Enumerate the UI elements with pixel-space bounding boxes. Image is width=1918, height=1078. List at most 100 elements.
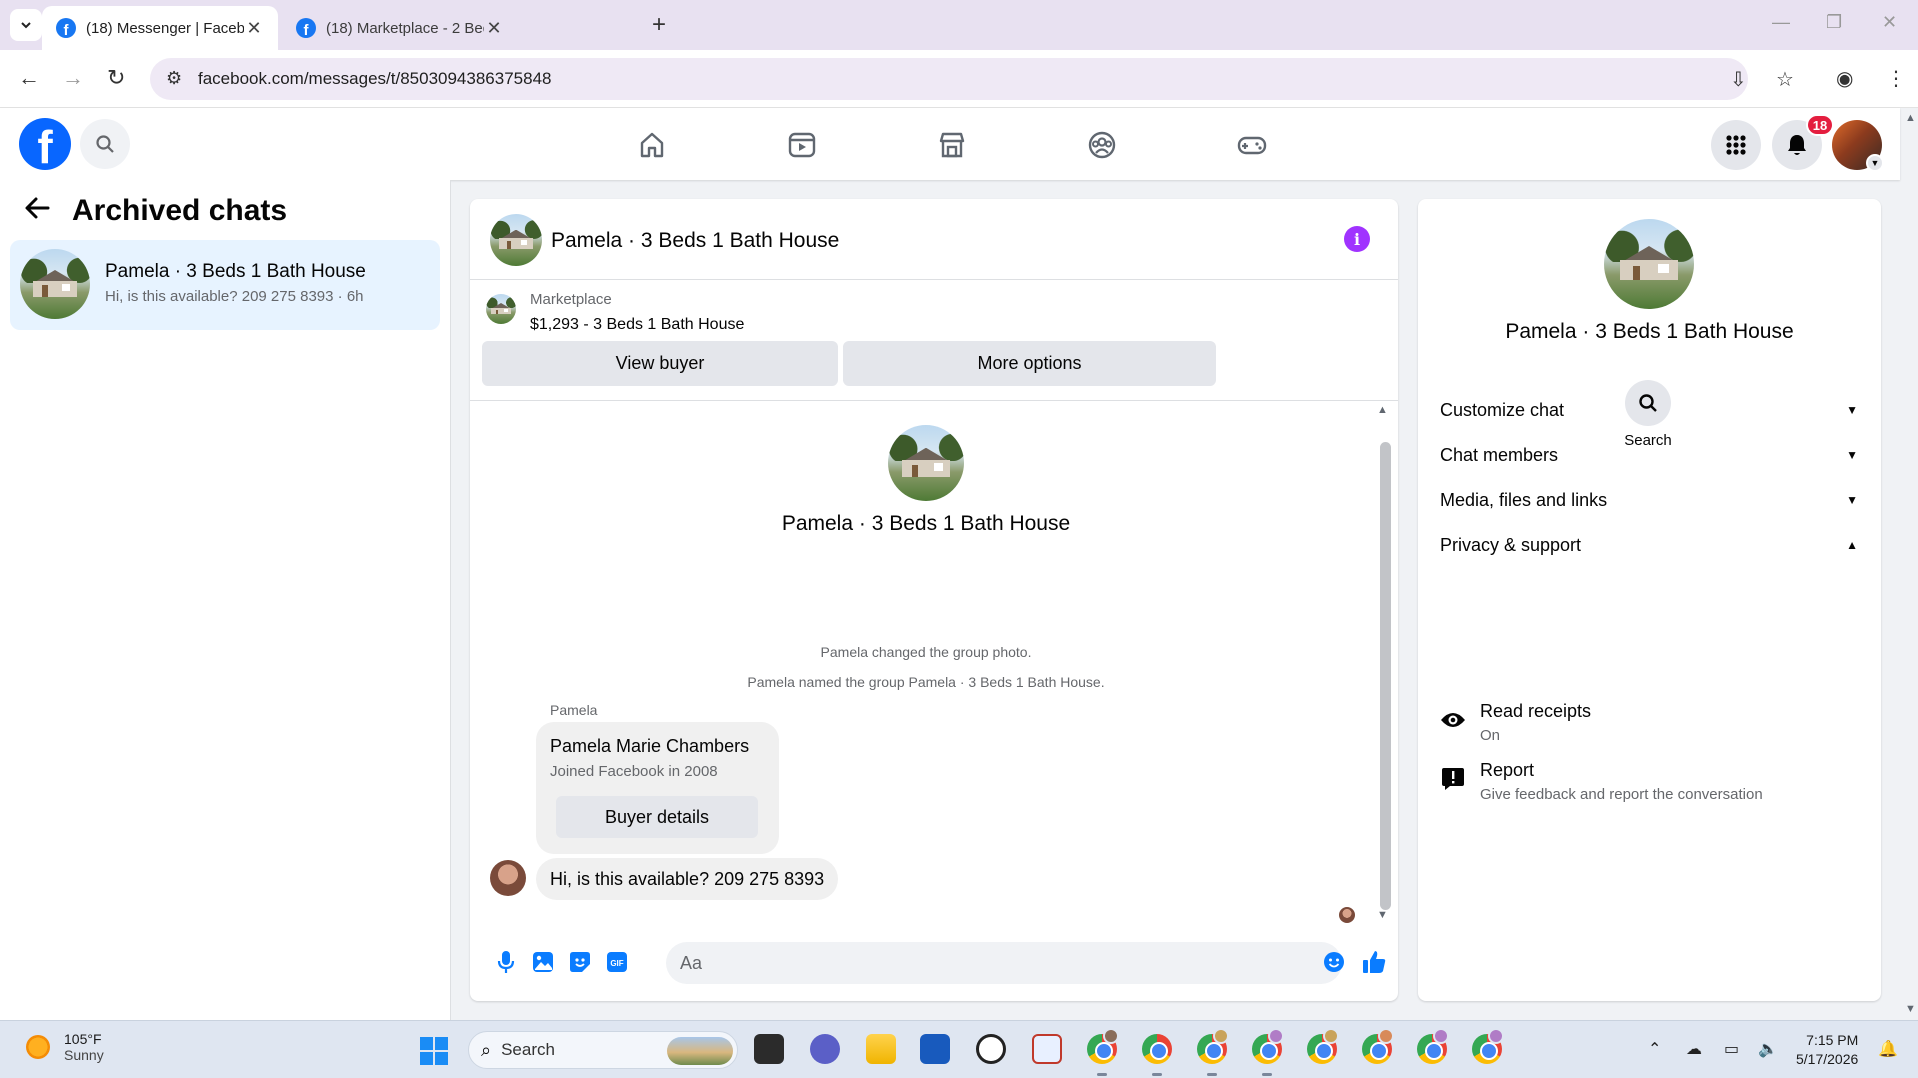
conversation-thumbnail[interactable] — [490, 214, 542, 266]
marketplace-icon — [939, 132, 965, 158]
profile-icon[interactable]: ◉ — [1836, 66, 1853, 91]
thread-scrollbar[interactable] — [1380, 442, 1391, 910]
install-app-icon[interactable]: ⇩ — [1730, 67, 1747, 92]
microphone-icon[interactable] — [492, 948, 520, 976]
sender-avatar[interactable] — [490, 860, 526, 896]
message-bubble[interactable]: Hi, is this available? 209 275 8393 — [536, 858, 839, 900]
account-caret-icon[interactable]: ▼ — [1866, 154, 1884, 172]
chrome-profile-icon[interactable] — [1472, 1028, 1504, 1064]
facebook-search-button[interactable] — [80, 119, 130, 169]
scroll-down-arrow-icon[interactable]: ▼ — [1377, 909, 1388, 921]
marketplace-nav[interactable] — [935, 128, 969, 162]
chrome-profile-icon[interactable] — [1197, 1028, 1229, 1064]
groups-nav[interactable] — [1085, 128, 1119, 162]
section-label: Customize chat — [1440, 399, 1565, 420]
section-customize-chat[interactable]: Customize chat ▼ — [1426, 388, 1870, 432]
chrome-profile-icon[interactable] — [1362, 1028, 1394, 1064]
info-icon[interactable]: i — [1344, 226, 1370, 252]
chevron-down-icon: ▼ — [1846, 448, 1858, 462]
chrome-profile-icon[interactable] — [1417, 1028, 1449, 1064]
tab-close-icon[interactable]: ✕ — [484, 18, 504, 39]
photo-icon[interactable] — [529, 948, 557, 976]
chrome-profile-icon[interactable] — [1307, 1028, 1339, 1064]
section-media-files-links[interactable]: Media, files and links ▼ — [1426, 478, 1870, 522]
tab-search-button[interactable] — [10, 9, 42, 41]
minimize-icon[interactable]: — — [1772, 12, 1790, 33]
chrome-icon[interactable] — [1142, 1034, 1172, 1064]
tab-close-icon[interactable]: ✕ — [244, 18, 264, 39]
snipping-tool-icon[interactable] — [1032, 1034, 1062, 1064]
section-chat-members[interactable]: Chat members ▼ — [1426, 433, 1870, 477]
kebab-menu-icon[interactable]: ⋮ — [1886, 66, 1906, 91]
new-tab-button[interactable]: + — [652, 12, 666, 38]
show-hidden-icons-icon[interactable]: ⌃ — [1648, 1039, 1661, 1059]
task-view-icon[interactable] — [754, 1034, 784, 1064]
word-icon[interactable] — [920, 1034, 950, 1064]
volume-icon[interactable]: 🔈 — [1758, 1039, 1778, 1059]
listing-price-title[interactable]: $1,293 - 3 Beds 1 Bath House — [530, 316, 744, 334]
reload-icon[interactable]: ↻ — [107, 64, 125, 92]
bookmark-star-icon[interactable]: ☆ — [1776, 67, 1794, 92]
chevron-down-icon — [21, 22, 31, 29]
address-bar-row: ← → ↻ ⚙ facebook.com/messages/t/85030943… — [0, 50, 1918, 108]
cloud-sync-icon[interactable]: ☁ — [1686, 1039, 1702, 1059]
weather-widget[interactable]: 105°F Sunny — [26, 1031, 104, 1063]
close-window-icon[interactable]: ✕ — [1882, 12, 1897, 33]
seen-by-avatar — [1339, 907, 1355, 923]
buyer-profile-card: Pamela Marie Chambers Joined Facebook in… — [536, 722, 779, 854]
file-explorer-icon[interactable] — [866, 1034, 896, 1064]
restore-icon[interactable]: ❐ — [1826, 12, 1842, 33]
grid-menu-icon — [1726, 135, 1746, 155]
tab-messenger[interactable]: f (18) Messenger | Facebook ✕ — [42, 6, 278, 50]
gaming-nav[interactable] — [1235, 128, 1269, 162]
conversation-header: Pamela · 3 Beds 1 Bath House i — [470, 199, 1398, 280]
emoji-icon[interactable] — [1320, 948, 1348, 976]
menu-button[interactable] — [1711, 120, 1761, 170]
chat-info-name: Pamela · 3 Beds 1 Bath House — [1505, 320, 1794, 343]
chrome-profile-icon[interactable] — [1252, 1028, 1284, 1064]
chevron-up-icon: ▲ — [1846, 538, 1858, 552]
home-icon — [640, 132, 664, 158]
more-options-button[interactable]: More options — [843, 341, 1216, 386]
site-settings-icon[interactable]: ⚙ — [166, 68, 182, 89]
scroll-up-arrow-icon[interactable]: ▲ — [1377, 404, 1388, 416]
back-icon[interactable]: ← — [18, 64, 40, 92]
search-icon: ⌕ — [481, 1039, 492, 1060]
facebook-logo[interactable]: f — [19, 118, 71, 170]
video-nav[interactable] — [785, 128, 819, 162]
clock-date: 5/17/2026 — [1796, 1051, 1859, 1067]
page-scroll-up-icon[interactable]: ▲ — [1905, 112, 1916, 124]
system-clock[interactable]: 7:15 PM 5/17/2026 — [1796, 1031, 1858, 1069]
video-icon — [788, 132, 816, 158]
message-input[interactable] — [666, 942, 1342, 984]
notification-bell-icon[interactable]: 🔔 — [1878, 1039, 1898, 1059]
url-text[interactable]: facebook.com/messages/t/8503094386375848 — [198, 69, 551, 89]
windows-start-icon[interactable] — [420, 1037, 448, 1065]
chat-list-item[interactable]: Pamela · 3 Beds 1 Bath House Hi, is this… — [10, 240, 440, 330]
view-buyer-button[interactable]: View buyer — [482, 341, 838, 386]
back-arrow-icon[interactable] — [24, 196, 50, 226]
section-privacy-support[interactable]: Privacy & support ▲ — [1426, 523, 1870, 567]
teams-icon[interactable] — [810, 1034, 840, 1064]
browser-tab-bar: f (18) Messenger | Facebook ✕ f (18) Mar… — [0, 0, 1918, 50]
gif-icon[interactable]: GIF — [603, 948, 631, 976]
gaming-icon — [1237, 136, 1267, 155]
message-composer: GIF — [470, 939, 1398, 989]
report-title: Report — [1480, 760, 1535, 780]
chatgpt-icon[interactable] — [976, 1034, 1006, 1064]
sticker-icon[interactable] — [566, 948, 594, 976]
page-scroll-down-icon[interactable]: ▼ — [1905, 1003, 1916, 1015]
weather-temp: 105°F — [64, 1031, 102, 1047]
network-icon[interactable]: ▭ — [1724, 1039, 1739, 1059]
facebook-header: f 18 ▼ — [0, 108, 1900, 180]
conversation-title[interactable]: Pamela · 3 Beds 1 Bath House — [551, 229, 839, 253]
buyer-details-button[interactable]: Buyer details — [556, 796, 758, 838]
omnibox[interactable]: ⚙ facebook.com/messages/t/85030943863758… — [150, 58, 1794, 100]
forward-icon[interactable]: → — [62, 64, 84, 92]
search-icon — [96, 135, 114, 153]
chrome-profile-icon[interactable] — [1087, 1028, 1119, 1064]
thumbs-up-icon[interactable] — [1360, 948, 1388, 976]
taskbar-search[interactable]: ⌕ Search — [468, 1031, 738, 1069]
tab-marketplace[interactable]: f (18) Marketplace - 2 Beds 2 Bat ✕ — [282, 6, 518, 50]
home-nav[interactable] — [635, 128, 669, 162]
